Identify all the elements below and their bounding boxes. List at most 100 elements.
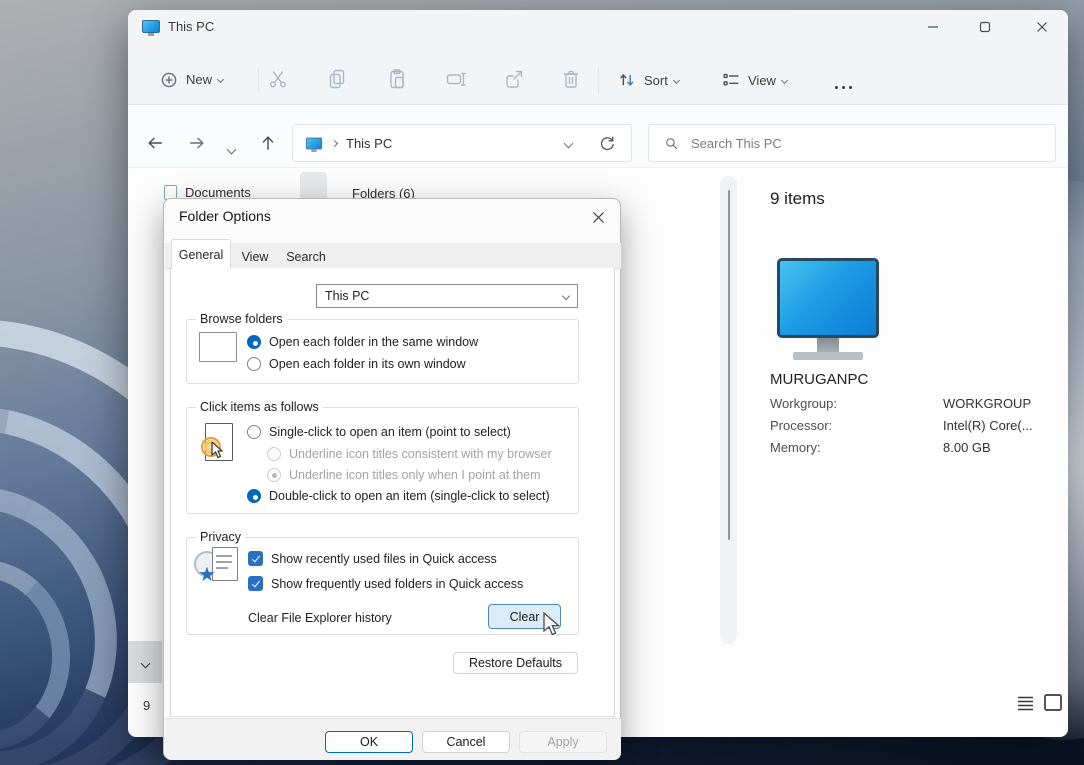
search-icon <box>663 135 680 152</box>
sort-button[interactable]: Sort <box>616 65 679 95</box>
combobox-value: This PC <box>325 289 369 303</box>
large-icons-view-icon <box>1043 693 1063 712</box>
property-label: Memory: <box>770 440 821 455</box>
toolbar-divider <box>598 68 599 94</box>
chevron-down-icon <box>673 76 680 83</box>
scrollbar-thumb[interactable] <box>728 190 730 540</box>
group-legend: Browse folders <box>196 312 287 326</box>
mouse-cursor <box>542 612 564 638</box>
property-value: 8.00 GB <box>943 440 991 455</box>
checkbox-recent-files[interactable]: Show recently used files in Quick access <box>248 551 497 566</box>
plus-circle-icon <box>158 69 180 91</box>
privacy-icon: ★ <box>194 547 246 593</box>
recent-locations-button[interactable] <box>228 140 235 158</box>
cursor-arrow-icon <box>212 442 222 458</box>
radio-single-click[interactable]: Single-click to open an item (point to s… <box>247 425 511 439</box>
ok-button[interactable]: OK <box>325 731 413 753</box>
this-pc-icon <box>306 137 322 149</box>
chevron-down-icon <box>781 76 788 83</box>
copy-button[interactable] <box>325 67 349 91</box>
radio-selected-icon <box>247 489 261 503</box>
radio-own-window[interactable]: Open each folder in its own window <box>247 357 466 371</box>
property-label: Workgroup: <box>770 396 837 411</box>
open-to-combobox[interactable]: This PC <box>316 284 578 308</box>
paste-button[interactable] <box>385 67 409 91</box>
radio-disabled-selected-icon <box>267 468 281 482</box>
desktop: This PC New <box>0 0 1084 765</box>
single-click-icon <box>203 423 235 467</box>
radio-unselected-icon <box>247 425 261 439</box>
forward-arrow-icon <box>187 133 207 153</box>
delete-button[interactable] <box>559 67 583 91</box>
group-legend: Click items as follows <box>196 400 323 414</box>
thumbnail-view-toggle[interactable] <box>1043 693 1063 712</box>
radio-selected-icon <box>247 335 261 349</box>
checkbox-checked-icon <box>248 551 263 566</box>
close-button[interactable] <box>1020 12 1064 42</box>
folder-options-dialog: Folder Options General View Search Open … <box>163 198 621 760</box>
search-input[interactable] <box>691 136 1011 151</box>
chevron-down-icon <box>562 292 570 300</box>
maximize-button[interactable] <box>963 12 1007 42</box>
see-more-button[interactable] <box>833 76 854 94</box>
chevron-down-icon <box>142 654 149 672</box>
share-icon <box>502 67 526 91</box>
back-button[interactable] <box>145 133 165 153</box>
address-dropdown-icon[interactable] <box>564 138 574 148</box>
property-value: WORKGROUP <box>943 396 1031 411</box>
tab-general[interactable]: General <box>171 239 231 269</box>
group-legend: Privacy <box>196 530 245 544</box>
new-button[interactable]: New <box>150 63 240 96</box>
view-icon <box>720 69 742 91</box>
cut-button[interactable] <box>266 67 290 91</box>
copy-icon <box>325 67 349 91</box>
checkbox-frequent-folders[interactable]: Show frequently used folders in Quick ac… <box>248 576 523 591</box>
selected-item-icon[interactable] <box>768 250 898 380</box>
monitor-stand <box>817 338 839 353</box>
property-value: Intel(R) Core(... <box>943 418 1033 433</box>
refresh-icon[interactable] <box>597 134 617 154</box>
window-title: This PC <box>168 19 214 34</box>
paste-icon <box>385 67 409 91</box>
forward-button[interactable] <box>187 133 207 153</box>
tab-search[interactable]: Search <box>277 245 335 269</box>
address-bar[interactable]: This PC <box>292 124 632 162</box>
items-count: 9 items <box>770 189 825 209</box>
monitor-icon <box>777 258 879 338</box>
up-arrow-icon <box>258 133 278 153</box>
new-button-label: New <box>186 72 212 87</box>
folder-window-icon <box>199 332 237 362</box>
cut-icon <box>266 67 290 91</box>
chevron-down-icon <box>227 145 237 155</box>
share-button[interactable] <box>502 67 526 91</box>
search-box[interactable] <box>648 124 1056 162</box>
close-icon <box>593 212 603 222</box>
radio-same-window[interactable]: Open each folder in the same window <box>247 335 478 349</box>
view-button-label: View <box>748 73 776 88</box>
minimize-button[interactable] <box>911 12 955 42</box>
radio-double-click[interactable]: Double-click to open an item (single-cli… <box>247 489 550 503</box>
radio-unselected-icon <box>247 357 261 371</box>
cancel-button[interactable]: Cancel <box>422 731 510 753</box>
pc-name: MURUGANPC <box>770 371 868 388</box>
star-icon: ★ <box>198 565 216 585</box>
status-items-count: 9 <box>143 698 150 713</box>
rename-icon <box>444 67 468 91</box>
breadcrumb[interactable]: This PC <box>346 136 392 151</box>
dialog-close-button[interactable] <box>588 207 608 227</box>
restore-defaults-button[interactable]: Restore Defaults <box>453 652 578 674</box>
view-button[interactable]: View <box>720 65 787 95</box>
rename-button[interactable] <box>444 67 468 91</box>
details-view-toggle[interactable] <box>1016 694 1035 712</box>
tab-view[interactable]: View <box>233 245 277 269</box>
up-button[interactable] <box>258 133 278 153</box>
window-tab[interactable]: This PC <box>142 19 214 34</box>
radio-underline-point[interactable]: Underline icon titles only when I point … <box>267 468 541 482</box>
radio-underline-consistent[interactable]: Underline icon titles consistent with my… <box>267 447 552 461</box>
back-arrow-icon <box>145 133 165 153</box>
apply-button[interactable]: Apply <box>519 731 607 753</box>
toolbar-divider <box>258 68 259 94</box>
breadcrumb-chevron-icon <box>331 139 338 146</box>
monitor-base <box>793 352 863 360</box>
chevron-down-icon <box>217 76 224 83</box>
